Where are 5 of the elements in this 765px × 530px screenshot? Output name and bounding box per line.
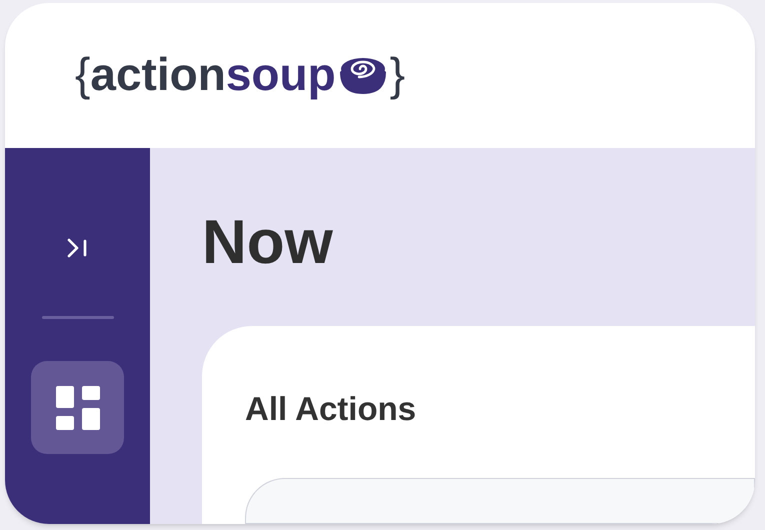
dashboard-icon xyxy=(56,386,100,430)
card-title: All Actions xyxy=(245,392,418,425)
page-title: Now xyxy=(202,212,334,274)
dashboard-nav-item[interactable] xyxy=(31,361,124,454)
logo-text: action xyxy=(90,50,226,96)
